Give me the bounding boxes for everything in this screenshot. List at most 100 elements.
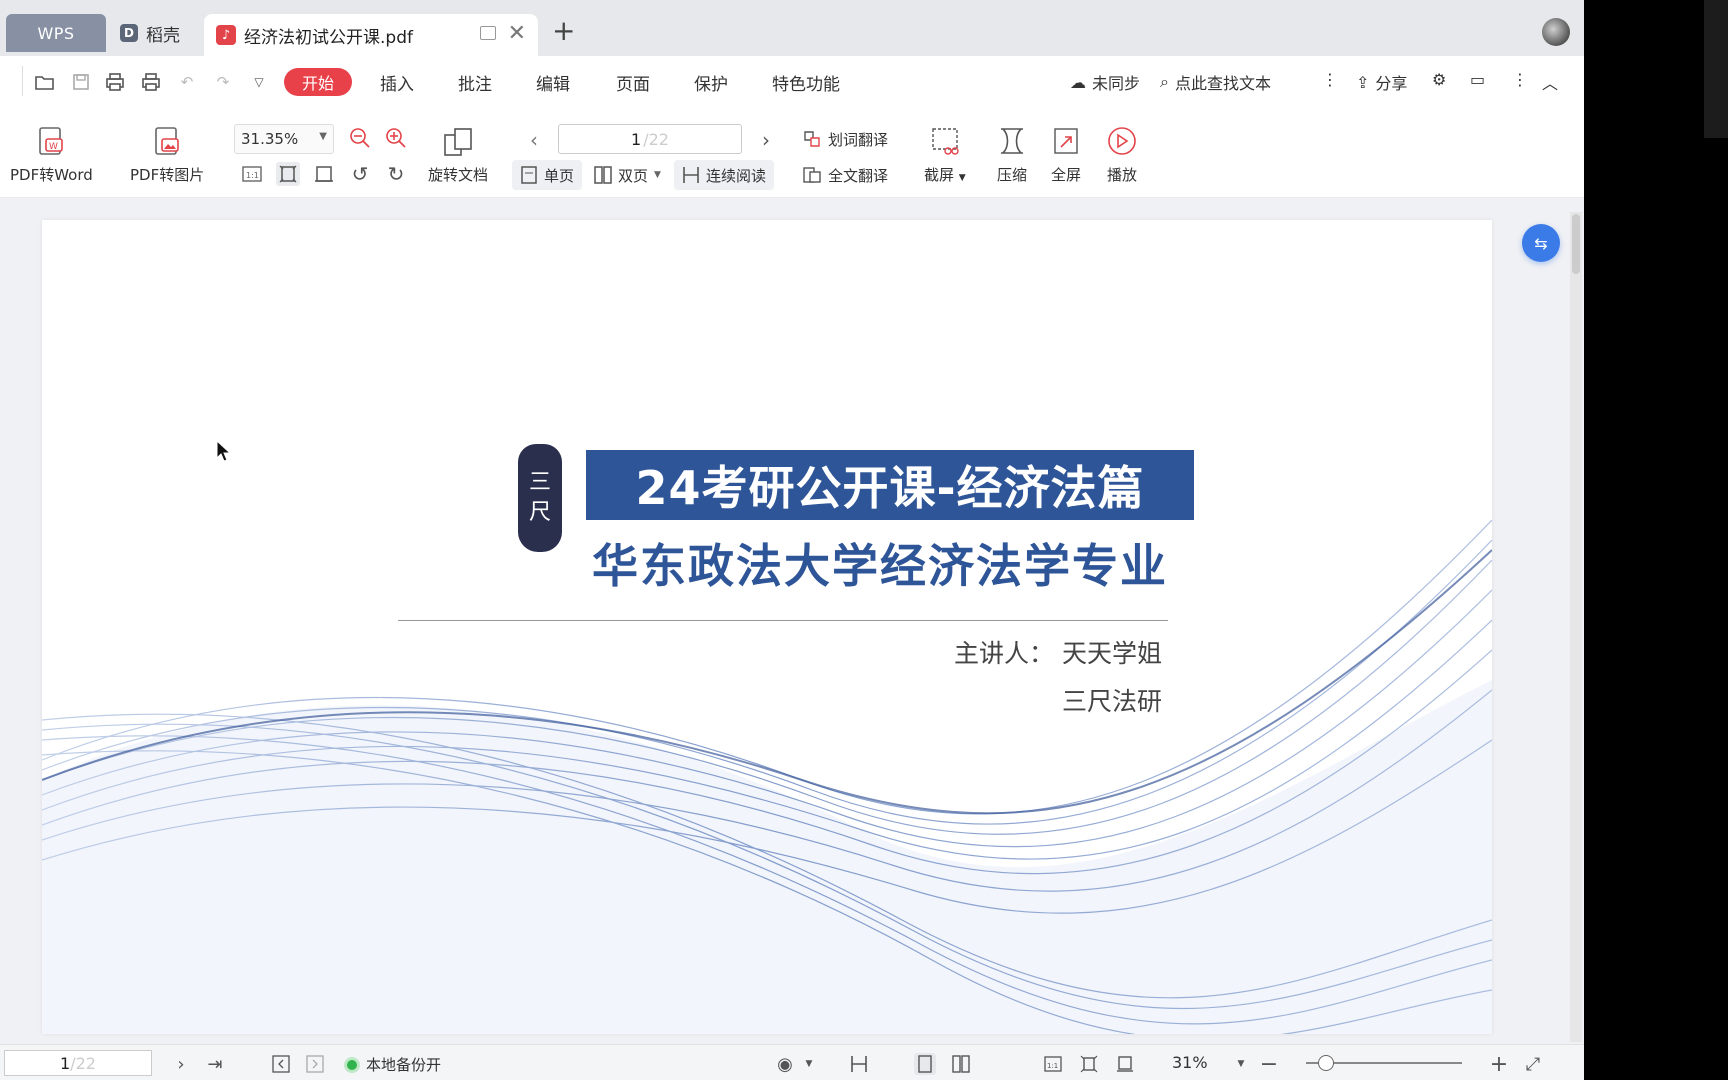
cloud-icon: ☁ [1070,72,1086,92]
more-options-icon[interactable]: ⋮ [1512,70,1528,89]
tab-daoke[interactable]: D 稻壳 [116,14,204,52]
local-backup-status[interactable]: 本地备份开 [344,1054,441,1075]
user-avatar[interactable] [1542,18,1570,46]
single-page-label: 单页 [544,166,575,185]
more-vertical-icon[interactable]: ⋮ [1322,70,1338,89]
find-text-button[interactable]: ⌕ 点此查找文本 [1160,70,1271,94]
play-button[interactable]: 播放 [1104,124,1140,185]
status-next-page-chevron-icon[interactable]: › [170,1053,192,1075]
settings-gear-icon[interactable]: ⚙ [1432,70,1446,89]
window-mode-icon[interactable] [480,26,496,40]
menu-tab-protect[interactable]: 保护 [694,70,728,95]
vertical-scrollbar[interactable] [1570,212,1582,1042]
sync-status-label: 未同步 [1092,74,1141,93]
sync-status-button[interactable]: ☁ 未同步 [1070,70,1140,94]
slide-divider [398,620,1168,621]
double-page-button[interactable]: 双页 ▼ [586,160,669,190]
zoom-in-icon[interactable] [384,126,408,150]
eye-protection-icon[interactable]: ◉ [774,1053,796,1075]
wave-background [42,519,1492,1034]
tab-document[interactable]: ♪ 经济法初试公开课.pdf ✕ [204,14,538,56]
play-circle-icon [1104,124,1140,158]
page-number-input[interactable]: 1 /22 [558,124,742,154]
print-preview-icon[interactable] [140,72,162,92]
pdf-to-word-button[interactable]: W PDF转Word [10,124,93,185]
status-zoom-out-icon[interactable]: − [1258,1052,1280,1077]
scrollbar-thumb[interactable] [1572,214,1580,274]
new-tab-plus-icon[interactable]: + [552,14,575,47]
status-zoom-value[interactable]: 31% [1172,1053,1208,1072]
save-icon[interactable] [70,72,92,92]
floating-translate-icon[interactable]: ⇆ [1522,224,1560,262]
single-view-icon[interactable] [914,1053,936,1075]
continuous-reading-label: 连续阅读 [706,166,767,185]
single-page-icon [521,166,537,184]
comment-icon[interactable]: ▭ [1470,70,1485,89]
redo-icon[interactable]: ↷ [212,72,234,92]
outside-window-area [1584,0,1728,1080]
previous-page-chevron-icon[interactable]: ‹ [522,128,546,152]
undo-icon[interactable]: ↶ [176,72,198,92]
menu-divider [22,66,23,96]
zoom-slider[interactable] [1306,1055,1462,1071]
status-fit-width-icon[interactable] [1114,1053,1136,1075]
rotate-document-button[interactable]: 旋转文档 [428,124,488,185]
wps-window: WPS D 稻壳 ♪ 经济法初试公开课.pdf ✕ + ↶ ↷ ▽ 开始 插入 … [0,0,1584,1080]
collapse-ribbon-chevron-up-icon[interactable]: ︿ [1542,70,1558,94]
single-page-button[interactable]: 单页 [512,160,583,190]
screenshot-scissors-icon [927,124,963,158]
status-last-page-icon[interactable]: ⇥ [204,1053,226,1075]
fit-page-icon[interactable] [276,162,300,186]
screenshot-button[interactable]: 截屏 ▼ [924,124,966,185]
status-page-input[interactable]: 1 /22 [4,1050,152,1076]
zoom-out-icon[interactable] [348,126,372,150]
eye-dropdown-icon[interactable]: ▼ [798,1053,820,1075]
full-translate-button[interactable]: 全文翻译 [802,162,888,188]
fullscreen-expand-icon [1048,124,1084,158]
zoom-select[interactable]: 31.35% ▼ [234,124,334,154]
menu-tab-edit[interactable]: 编辑 [536,70,570,95]
pdf-to-image-button[interactable]: PDF转图片 [130,124,204,185]
status-zoom-dropdown-icon[interactable]: ▼ [1230,1053,1252,1075]
pdf-to-image-label: PDF转图片 [130,166,205,184]
menu-tab-features[interactable]: 特色功能 [772,70,840,95]
status-actual-size-icon[interactable]: 1:1 [1042,1053,1064,1075]
open-folder-icon[interactable] [34,72,56,92]
ribbon-toolbar: W PDF转Word PDF转图片 31.35% ▼ 1:1 ↺ ↻ 旋转文档 … [0,110,1584,198]
find-text-label: 点此查找文本 [1174,74,1271,93]
status-fullscreen-icon[interactable]: ⤢ [1522,1053,1544,1075]
compress-button[interactable]: 压缩 [994,124,1030,185]
full-translate-label: 全文翻译 [828,166,889,185]
close-tab-icon[interactable]: ✕ [508,21,526,46]
continuous-reading-button[interactable]: 连续阅读 [674,160,775,190]
menu-tab-insert[interactable]: 插入 [380,70,414,95]
share-button[interactable]: ⇪ 分享 [1356,70,1407,94]
status-page-total: /22 [70,1053,96,1073]
document-viewport[interactable]: 三 尺 24考研公开课-经济法篇 华东政法大学经济法学专业 主讲人： 天天学姐 … [0,198,1584,1044]
fit-width-icon[interactable] [312,162,336,186]
status-fit-page-icon[interactable] [1078,1053,1100,1075]
tab-wps-home[interactable]: WPS [6,14,106,52]
svg-text:1:1: 1:1 [246,171,259,180]
word-translate-button[interactable]: 划词翻译 [802,126,888,152]
print-icon[interactable] [104,72,126,92]
rotate-right-icon[interactable]: ↻ [384,162,408,186]
menu-tab-start[interactable]: 开始 [284,68,352,96]
continuous-view-icon[interactable] [848,1053,870,1075]
pdf-to-word-label: PDF转Word [10,166,93,184]
menu-tab-annotate[interactable]: 批注 [458,70,492,95]
customize-dropdown-icon[interactable]: ▽ [248,72,270,92]
collapse-left-panel-icon[interactable] [270,1053,292,1075]
zoom-slider-knob[interactable] [1318,1055,1334,1071]
expand-right-panel-icon[interactable] [304,1053,326,1075]
compress-icon [994,124,1030,158]
status-zoom-in-icon[interactable]: + [1488,1052,1510,1077]
menu-tab-page[interactable]: 页面 [616,70,650,95]
double-view-icon[interactable] [950,1053,972,1075]
next-page-chevron-icon[interactable]: › [754,128,778,152]
fullscreen-button[interactable]: 全屏 [1048,124,1084,185]
actual-size-icon[interactable]: 1:1 [240,162,264,186]
double-page-icon [594,166,612,184]
share-label: 分享 [1375,74,1408,93]
rotate-left-icon[interactable]: ↺ [348,162,372,186]
